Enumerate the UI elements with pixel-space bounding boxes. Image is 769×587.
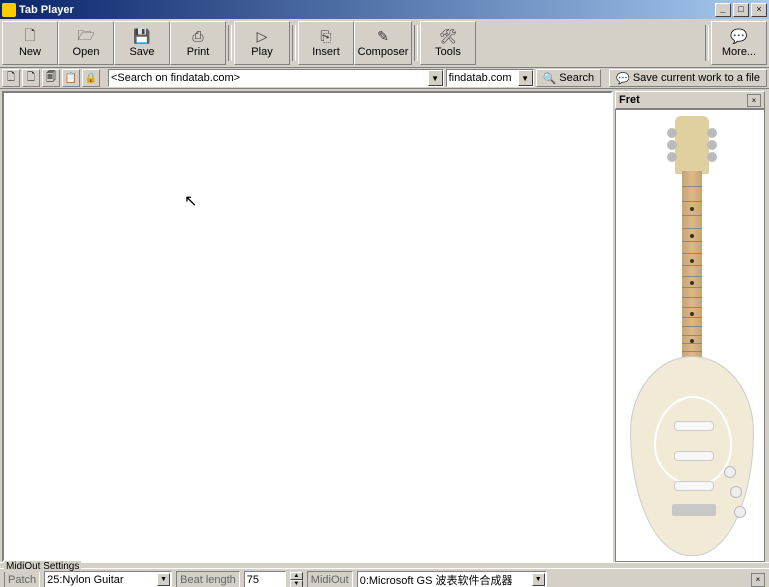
save-icon: 💾: [134, 29, 150, 45]
print-button[interactable]: ⎙Print: [170, 21, 226, 65]
print-icon: ⎙: [190, 29, 206, 45]
guitar-neck: [682, 171, 702, 371]
statusbar-close-button[interactable]: ×: [751, 573, 765, 587]
domain-dropdown-icon[interactable]: ▼: [518, 70, 533, 86]
fret-header: Fret ×: [615, 91, 765, 109]
new-file-icon: 🗋: [22, 29, 38, 45]
spin-down-icon[interactable]: ▼: [290, 580, 303, 587]
app-icon: [2, 3, 16, 17]
beat-input[interactable]: 75: [244, 571, 286, 587]
more-button[interactable]: 💬More...: [711, 21, 767, 65]
play-button[interactable]: ▷Play: [234, 21, 290, 65]
main-toolbar: 🗋New 🗁Open 💾Save ⎙Print ▷Play ⎘Insert ✎C…: [0, 19, 769, 68]
guitar-body: [630, 356, 754, 556]
paste-icon-button[interactable]: 📋: [62, 69, 80, 87]
guitar-image: [625, 111, 755, 561]
fret-close-button[interactable]: ×: [747, 94, 761, 107]
chevron-down-icon[interactable]: ▼: [532, 573, 545, 586]
maximize-button[interactable]: □: [733, 3, 749, 17]
toolbar-separator: [703, 21, 711, 65]
search-bar: 🗋 🗋 🗐 📋 🔒 <Search on findatab.com>▼ find…: [0, 68, 769, 89]
tools-icon: 🛠: [440, 29, 456, 45]
mouse-cursor-icon: ↖: [184, 191, 197, 211]
chat-bubble-icon: 💬: [616, 72, 630, 85]
play-icon: ▷: [254, 29, 270, 45]
spin-up-icon[interactable]: ▲: [290, 572, 303, 580]
composer-icon: ✎: [375, 29, 391, 45]
folder-open-icon: 🗁: [78, 29, 94, 45]
search-dropdown-icon[interactable]: ▼: [428, 70, 443, 86]
window-title: Tab Player: [19, 4, 713, 16]
beat-spinner[interactable]: ▲▼: [290, 572, 303, 587]
magnifier-icon: 🔍: [543, 72, 557, 85]
title-bar: Tab Player _ □ ×: [0, 0, 769, 19]
main-editor[interactable]: ↖: [2, 91, 613, 562]
midiout-select[interactable]: 0:Microsoft GS 波表软件合成器▼: [357, 571, 547, 587]
toolbar-spacer: [476, 21, 703, 65]
lock-icon-button[interactable]: 🔒: [82, 69, 100, 87]
open-button[interactable]: 🗁Open: [58, 21, 114, 65]
chat-icon: 💬: [731, 29, 747, 45]
patch-select[interactable]: 25:Nylon Guitar▼: [44, 571, 172, 587]
fret-title: Fret: [619, 94, 747, 106]
doc-icon-button-1[interactable]: 🗋: [2, 69, 20, 87]
domain-select[interactable]: findatab.com▼: [446, 69, 534, 87]
toolbar-separator: [290, 21, 298, 65]
midiout-label: MidiOut: [307, 571, 353, 587]
insert-icon: ⎘: [318, 29, 334, 45]
save-work-button[interactable]: 💬Save current work to a file: [609, 69, 767, 87]
composer-button[interactable]: ✎Composer: [354, 21, 412, 65]
fret-panel: Fret ×: [615, 91, 765, 562]
midi-settings-group: MidiOut Settings Patch 25:Nylon Guitar▼ …: [0, 562, 769, 587]
toolbar-separator: [226, 21, 234, 65]
doc-icon-button-2[interactable]: 🗋: [22, 69, 40, 87]
chevron-down-icon[interactable]: ▼: [157, 573, 170, 586]
guitar-headstock: [675, 116, 709, 174]
copy-icon-button[interactable]: 🗐: [42, 69, 60, 87]
minimize-button[interactable]: _: [715, 3, 731, 17]
search-button[interactable]: 🔍Search: [536, 69, 602, 87]
status-bar: Patch 25:Nylon Guitar▼ Beat length 75 ▲▼…: [0, 568, 769, 587]
new-button[interactable]: 🗋New: [2, 21, 58, 65]
close-button[interactable]: ×: [751, 3, 767, 17]
search-input[interactable]: <Search on findatab.com>▼: [108, 69, 444, 87]
toolbar-separator: [412, 21, 420, 65]
beat-label: Beat length: [176, 571, 240, 587]
fret-body[interactable]: [615, 109, 765, 562]
patch-label: Patch: [4, 571, 40, 587]
tools-button[interactable]: 🛠Tools: [420, 21, 476, 65]
save-button[interactable]: 💾Save: [114, 21, 170, 65]
content-area: ↖ Fret ×: [0, 89, 769, 564]
insert-button[interactable]: ⎘Insert: [298, 21, 354, 65]
